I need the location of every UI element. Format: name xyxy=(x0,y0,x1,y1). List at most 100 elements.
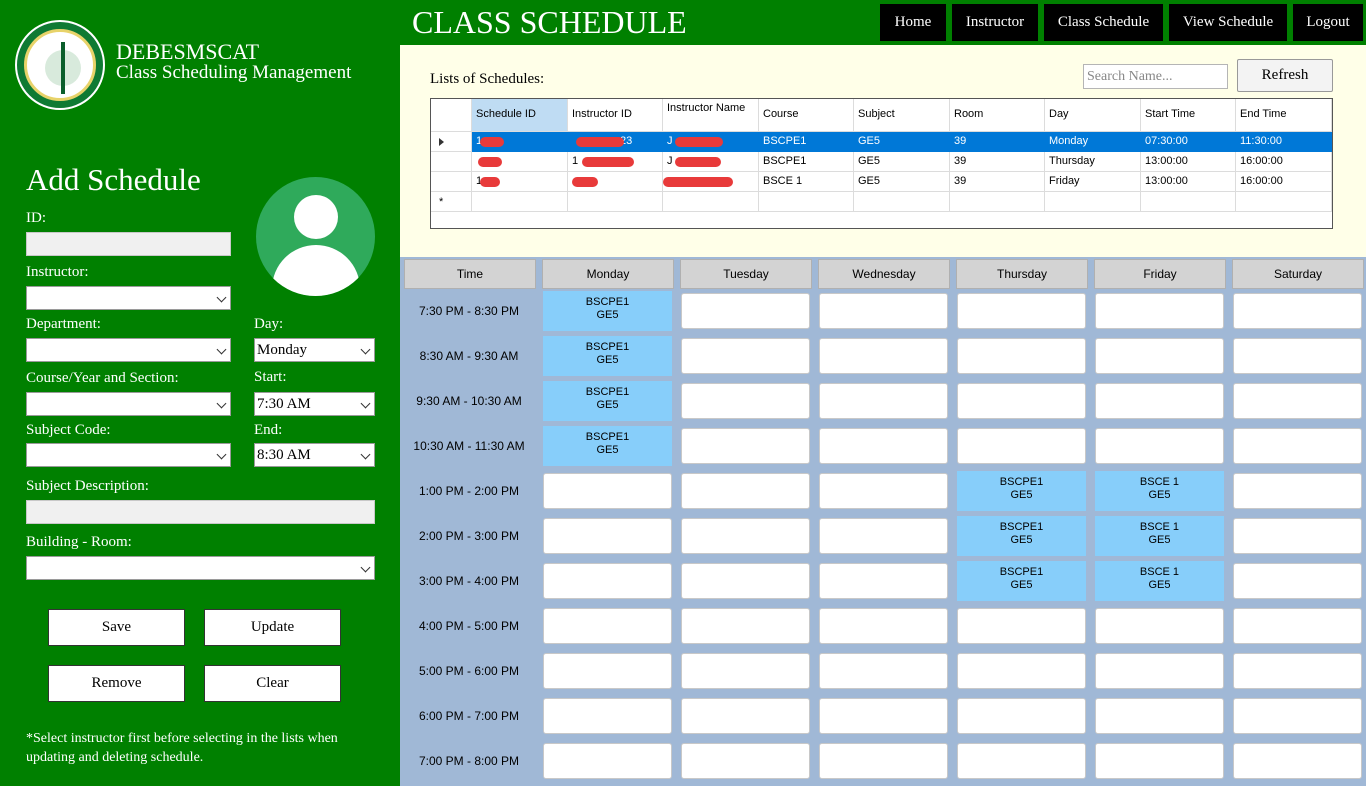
empty-slot[interactable] xyxy=(1095,428,1224,464)
column-header-schedule-id[interactable]: Schedule ID xyxy=(472,99,568,132)
empty-slot[interactable] xyxy=(819,743,948,779)
empty-slot[interactable] xyxy=(681,653,810,689)
empty-slot[interactable] xyxy=(681,473,810,509)
empty-slot[interactable] xyxy=(957,338,1086,374)
empty-slot[interactable] xyxy=(681,293,810,329)
instructor-select[interactable] xyxy=(26,286,231,310)
empty-slot[interactable] xyxy=(543,698,672,734)
update-button[interactable]: Update xyxy=(204,609,341,646)
empty-slot[interactable] xyxy=(819,653,948,689)
empty-slot[interactable] xyxy=(1095,293,1224,329)
schedule-block[interactable]: BSCPE1 GE5 xyxy=(543,336,672,376)
new-row[interactable] xyxy=(472,192,1332,212)
empty-slot[interactable] xyxy=(543,473,672,509)
remove-button[interactable]: Remove xyxy=(48,665,185,702)
course-select[interactable] xyxy=(26,392,231,416)
empty-slot[interactable] xyxy=(1233,428,1362,464)
empty-slot[interactable] xyxy=(681,563,810,599)
nav-class-schedule[interactable]: Class Schedule xyxy=(1044,4,1163,41)
schedule-block[interactable]: BSCPE1 GE5 xyxy=(543,426,672,466)
table-row[interactable]: 1 23 J BSCPE1 GE5 39 Monday 07:30:00 11:… xyxy=(472,132,1332,152)
empty-slot[interactable] xyxy=(543,563,672,599)
empty-slot[interactable] xyxy=(957,653,1086,689)
schedule-block[interactable]: BSCE 1 GE5 xyxy=(1095,471,1224,511)
empty-slot[interactable] xyxy=(1233,473,1362,509)
end-time-select[interactable]: 8:30 AM xyxy=(254,443,375,467)
empty-slot[interactable] xyxy=(543,608,672,644)
building-room-select[interactable] xyxy=(26,556,375,580)
empty-slot[interactable] xyxy=(957,698,1086,734)
nav-logout[interactable]: Logout xyxy=(1293,4,1363,41)
empty-slot[interactable] xyxy=(1233,338,1362,374)
new-row-marker[interactable]: * xyxy=(431,192,472,212)
empty-slot[interactable] xyxy=(681,518,810,554)
empty-slot[interactable] xyxy=(1095,653,1224,689)
column-header-end-time[interactable]: End Time xyxy=(1236,99,1332,132)
empty-slot[interactable] xyxy=(819,518,948,554)
empty-slot[interactable] xyxy=(681,338,810,374)
empty-slot[interactable] xyxy=(1095,338,1224,374)
column-header-subject[interactable]: Subject xyxy=(854,99,950,132)
column-header-course[interactable]: Course xyxy=(759,99,854,132)
table-row[interactable]: 1 BSCE 1 GE5 39 Friday 13:00:00 16:00:00 xyxy=(472,172,1332,192)
day-select[interactable]: Monday xyxy=(254,338,375,362)
nav-view-schedule[interactable]: View Schedule xyxy=(1169,4,1287,41)
start-time-select[interactable]: 7:30 AM xyxy=(254,392,375,416)
empty-slot[interactable] xyxy=(1233,293,1362,329)
column-header-day[interactable]: Day xyxy=(1045,99,1141,132)
save-button[interactable]: Save xyxy=(48,609,185,646)
empty-slot[interactable] xyxy=(543,743,672,779)
empty-slot[interactable] xyxy=(681,428,810,464)
empty-slot[interactable] xyxy=(543,653,672,689)
empty-slot[interactable] xyxy=(1233,653,1362,689)
empty-slot[interactable] xyxy=(681,698,810,734)
department-select[interactable] xyxy=(26,338,231,362)
empty-slot[interactable] xyxy=(819,698,948,734)
empty-slot[interactable] xyxy=(543,518,672,554)
refresh-button[interactable]: Refresh xyxy=(1237,59,1333,92)
column-header-start-time[interactable]: Start Time xyxy=(1141,99,1236,132)
search-input[interactable]: Search Name... xyxy=(1083,64,1228,89)
nav-instructor[interactable]: Instructor xyxy=(952,4,1038,41)
empty-slot[interactable] xyxy=(1233,743,1362,779)
empty-slot[interactable] xyxy=(819,428,948,464)
table-row[interactable]: 1 J BSCPE1 GE5 39 Thursday 13:00:00 16:0… xyxy=(472,152,1332,172)
empty-slot[interactable] xyxy=(1233,698,1362,734)
empty-slot[interactable] xyxy=(957,743,1086,779)
empty-slot[interactable] xyxy=(819,293,948,329)
empty-slot[interactable] xyxy=(681,383,810,419)
row-header[interactable] xyxy=(431,152,472,172)
empty-slot[interactable] xyxy=(1233,608,1362,644)
empty-slot[interactable] xyxy=(1095,743,1224,779)
schedule-block[interactable]: BSCPE1 GE5 xyxy=(543,291,672,331)
schedule-block[interactable]: BSCPE1 GE5 xyxy=(543,381,672,421)
empty-slot[interactable] xyxy=(957,383,1086,419)
clear-button[interactable]: Clear xyxy=(204,665,341,702)
id-field[interactable] xyxy=(26,232,231,256)
empty-slot[interactable] xyxy=(819,473,948,509)
empty-slot[interactable] xyxy=(1095,383,1224,419)
empty-slot[interactable] xyxy=(957,428,1086,464)
empty-slot[interactable] xyxy=(681,608,810,644)
empty-slot[interactable] xyxy=(819,338,948,374)
row-header[interactable] xyxy=(431,132,472,152)
empty-slot[interactable] xyxy=(1095,608,1224,644)
row-header[interactable] xyxy=(431,172,472,192)
subject-code-select[interactable] xyxy=(26,443,231,467)
empty-slot[interactable] xyxy=(819,383,948,419)
schedule-block[interactable]: BSCPE1 GE5 xyxy=(957,561,1086,601)
column-header-instructor-name[interactable]: Instructor Name xyxy=(663,99,759,132)
empty-slot[interactable] xyxy=(1233,518,1362,554)
empty-slot[interactable] xyxy=(681,743,810,779)
schedule-block[interactable]: BSCPE1 GE5 xyxy=(957,471,1086,511)
schedule-block[interactable]: BSCE 1 GE5 xyxy=(1095,561,1224,601)
empty-slot[interactable] xyxy=(957,608,1086,644)
nav-home[interactable]: Home xyxy=(880,4,946,41)
empty-slot[interactable] xyxy=(1233,563,1362,599)
column-header-room[interactable]: Room xyxy=(950,99,1045,132)
schedule-block[interactable]: BSCE 1 GE5 xyxy=(1095,516,1224,556)
empty-slot[interactable] xyxy=(957,293,1086,329)
empty-slot[interactable] xyxy=(819,563,948,599)
empty-slot[interactable] xyxy=(1095,698,1224,734)
schedule-block[interactable]: BSCPE1 GE5 xyxy=(957,516,1086,556)
